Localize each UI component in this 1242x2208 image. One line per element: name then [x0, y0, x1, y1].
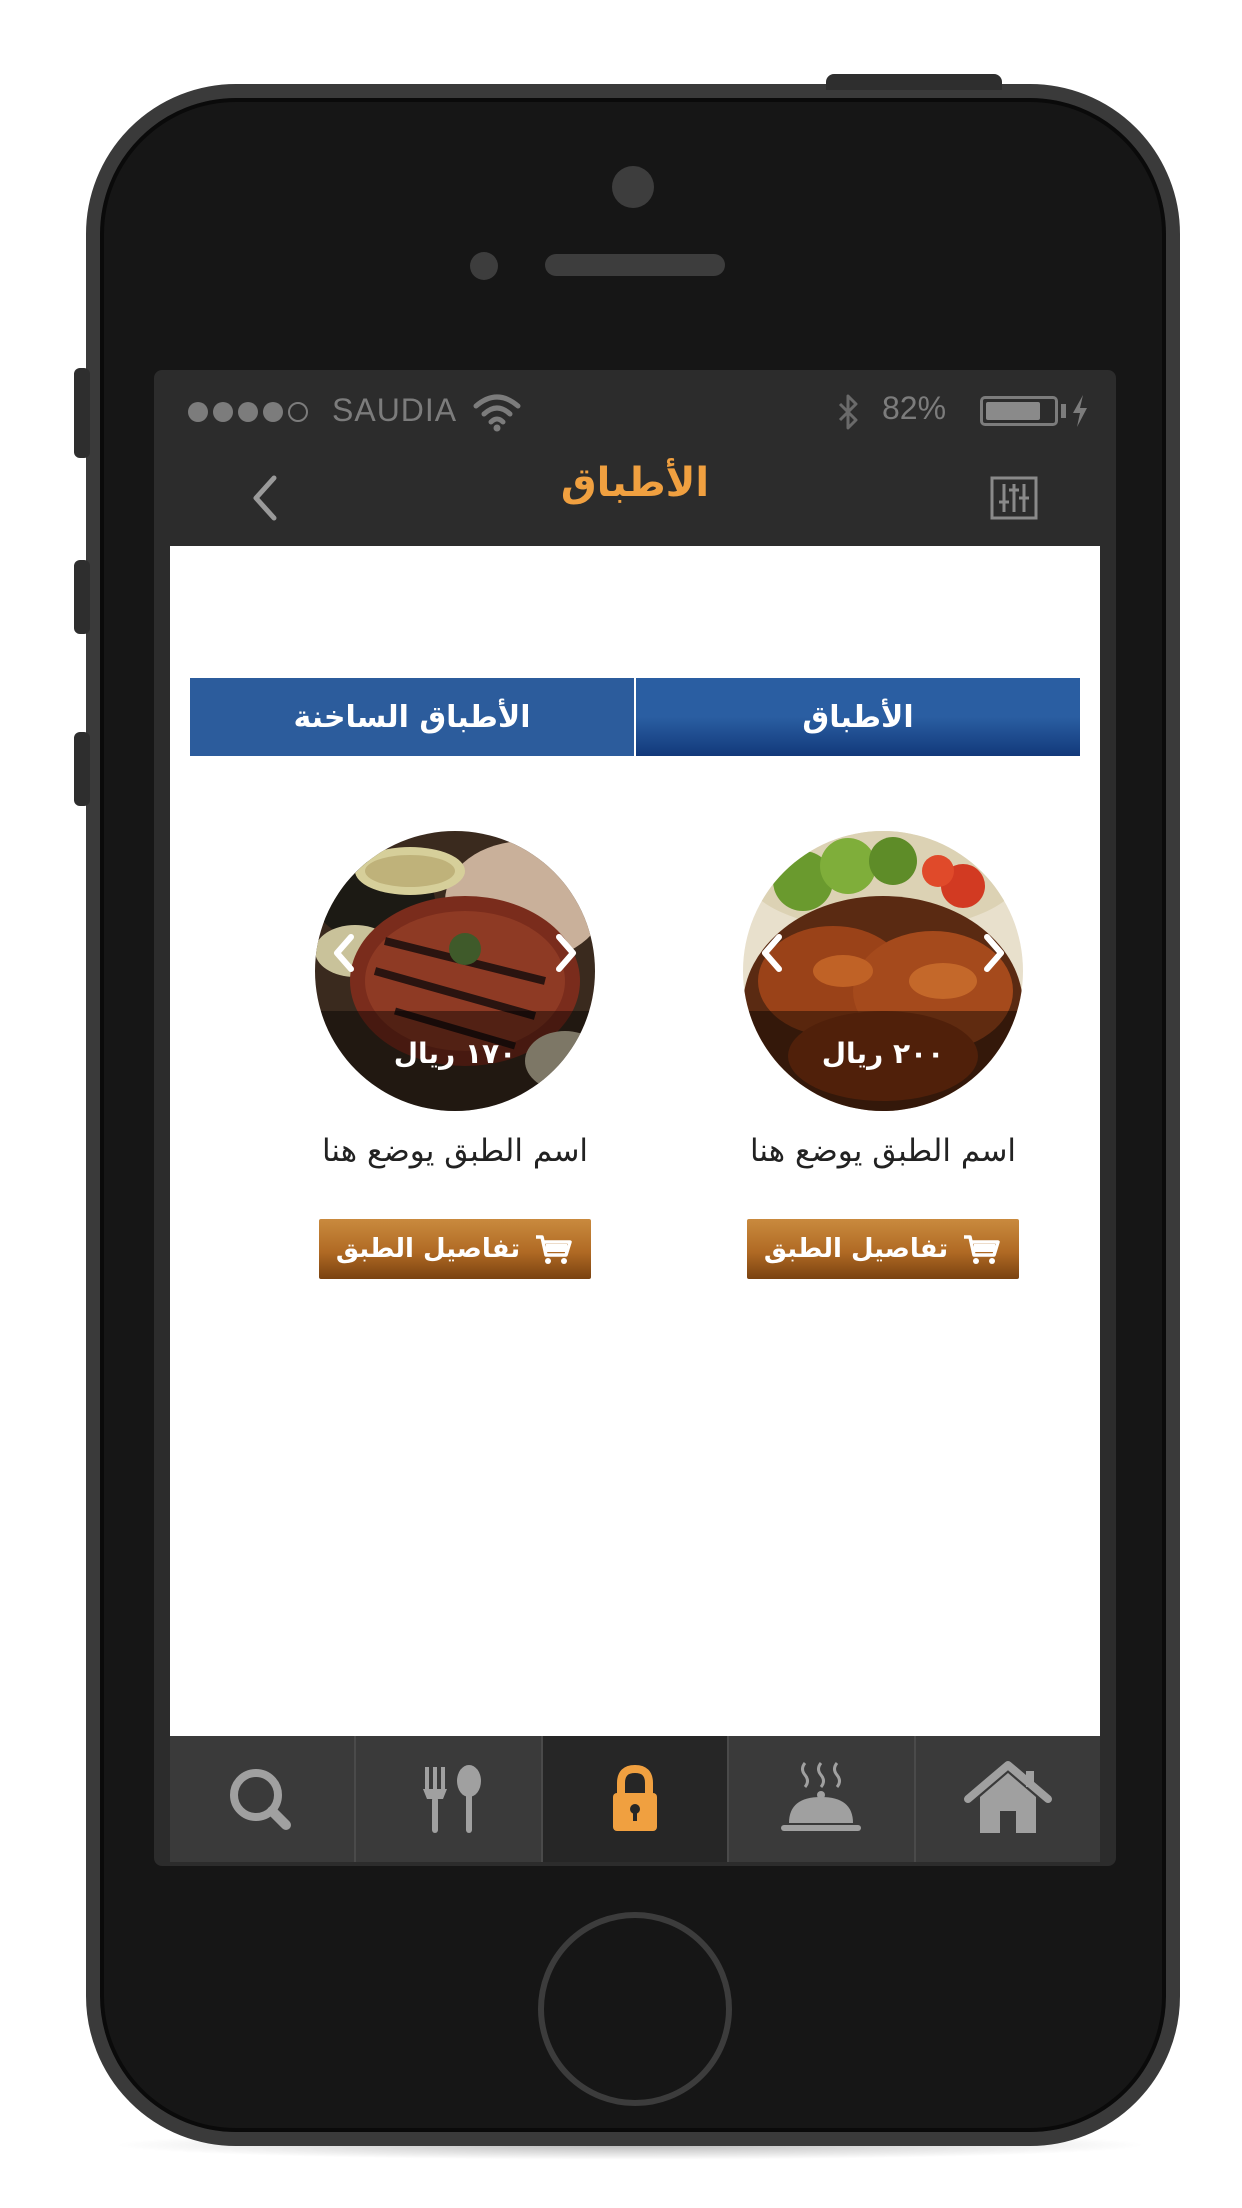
phone-screen: SAUDIA 82% الأطباق الأطباق الساخنة الأطب… — [154, 370, 1116, 1866]
dish-price: ٢٠٠ ريال — [821, 1037, 945, 1070]
fork-spoon-icon — [422, 1765, 481, 1833]
battery-percentage: 82% — [882, 390, 947, 426]
signal-strength-icon — [188, 402, 308, 422]
signal-dot — [213, 402, 233, 422]
battery-icon — [980, 396, 1058, 426]
volume-down-button — [74, 732, 90, 806]
serving-dish-icon — [781, 1762, 862, 1831]
page-title: الأطباق — [560, 460, 710, 506]
dish-name: اسم الطبق يوضع هنا — [749, 1133, 1017, 1169]
dish-image: ١٧٠ ريال — [315, 831, 595, 1111]
volume-up-button — [74, 560, 90, 634]
proximity-sensor — [470, 252, 498, 280]
navigation-bar: الأطباق — [170, 450, 1100, 546]
tabbar-item-search[interactable] — [170, 1736, 354, 1862]
search-icon — [230, 1769, 292, 1830]
dish-details-button[interactable]: تفاصيل الطبق — [747, 1219, 1019, 1279]
battery-level-fill — [986, 402, 1040, 420]
bluetooth-icon — [838, 394, 858, 430]
signal-dot — [238, 402, 258, 422]
dish-price: ١٧٠ ريال — [393, 1037, 517, 1070]
battery-tip — [1061, 404, 1066, 418]
cart-icon — [964, 1235, 1000, 1264]
chevron-left-icon[interactable] — [329, 931, 359, 975]
dish-card: ٢٠٠ ريال اسم الطبق يوضع هنا تفاصيل الطبق — [733, 831, 1033, 1291]
tabbar-item-home[interactable] — [913, 1736, 1100, 1862]
cart-icon — [536, 1235, 572, 1264]
carrier-name: SAUDIA — [332, 392, 458, 428]
signal-dot-empty — [288, 402, 308, 422]
front-camera — [612, 166, 654, 208]
dish-card: ١٧٠ ريال اسم الطبق يوضع هنا تفاصيل الطبق — [305, 831, 605, 1291]
mute-switch — [74, 368, 90, 458]
chevron-left-icon[interactable] — [757, 931, 787, 975]
home-button[interactable] — [538, 1912, 732, 2106]
earpiece-speaker — [545, 254, 725, 276]
home-icon — [963, 1761, 1052, 1833]
tab-hot-dishes[interactable]: الأطباق الساخنة — [190, 678, 634, 756]
dish-details-button[interactable]: تفاصيل الطبق — [319, 1219, 591, 1279]
chevron-right-icon[interactable] — [979, 931, 1009, 975]
lock-icon — [613, 1764, 658, 1831]
dish-details-label: تفاصيل الطبق — [763, 1234, 949, 1264]
tabbar-item-menu[interactable] — [354, 1736, 540, 1862]
signal-dot — [263, 402, 283, 422]
charging-icon — [1073, 395, 1087, 427]
signal-dot — [188, 402, 208, 422]
dish-image: ٢٠٠ ريال — [743, 831, 1023, 1111]
wifi-icon — [473, 394, 521, 432]
content-area: الأطباق الساخنة الأطباق ١٧٠ ريال اسم الط… — [170, 546, 1100, 1736]
tabbar-item-lock[interactable] — [540, 1736, 728, 1862]
dish-cards: ١٧٠ ريال اسم الطبق يوضع هنا تفاصيل الطبق — [170, 831, 1100, 1291]
chevron-right-icon[interactable] — [551, 931, 581, 975]
canvas: SAUDIA 82% الأطباق الأطباق الساخنة الأطب… — [0, 0, 1242, 2208]
sliders-icon[interactable] — [990, 476, 1038, 520]
category-tabs: الأطباق الساخنة الأطباق — [190, 678, 1080, 756]
tabbar-item-dishes[interactable] — [727, 1736, 913, 1862]
bottom-tab-bar — [170, 1736, 1100, 1862]
status-bar: SAUDIA 82% — [154, 370, 1116, 450]
dish-details-label: تفاصيل الطبق — [335, 1234, 521, 1264]
tab-dishes[interactable]: الأطباق — [636, 678, 1080, 756]
dish-name: اسم الطبق يوضع هنا — [321, 1133, 589, 1169]
power-button — [826, 74, 1002, 90]
